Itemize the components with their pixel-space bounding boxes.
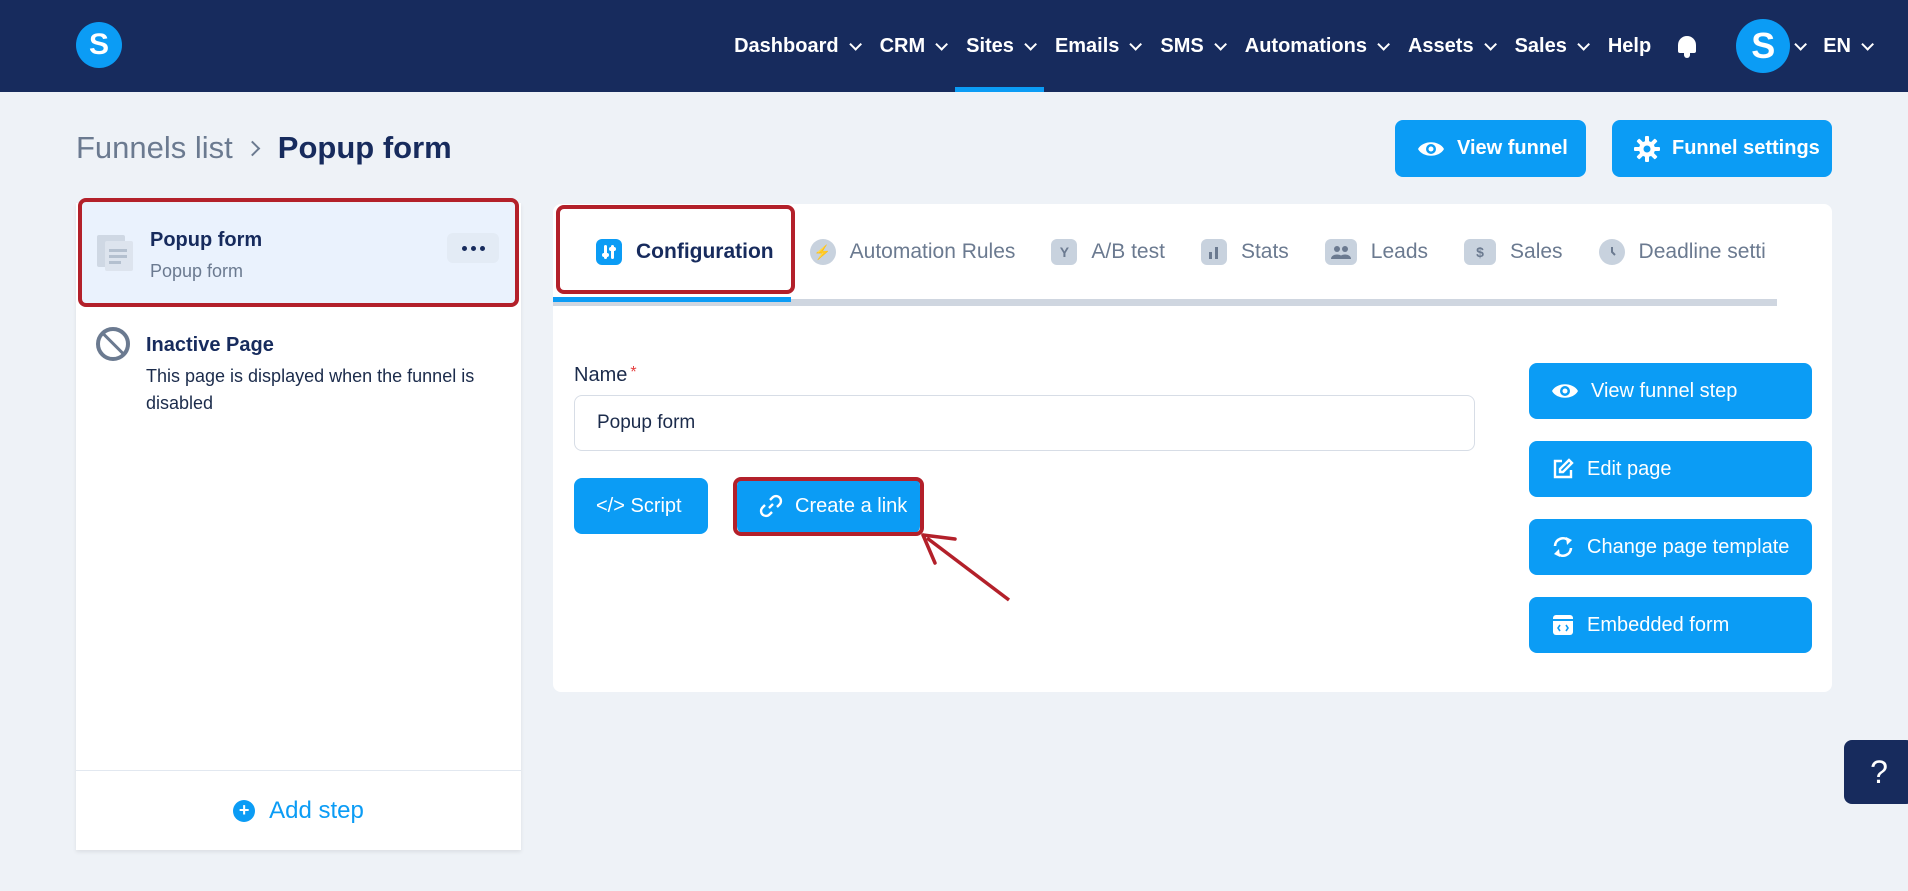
sliders-icon <box>596 239 622 265</box>
code-window-icon <box>1551 613 1575 637</box>
tab-configuration[interactable]: Configuration <box>553 204 792 300</box>
more-options-button[interactable] <box>447 233 499 263</box>
link-icon <box>759 494 783 518</box>
tab-stats[interactable]: Stats <box>1183 204 1307 300</box>
logo[interactable]: S <box>76 22 122 68</box>
bell-icon[interactable] <box>1676 34 1698 58</box>
view-funnel-button[interactable]: View funnel <box>1395 120 1586 177</box>
help-button[interactable]: ? <box>1844 740 1908 804</box>
page-icon <box>97 233 133 271</box>
chevron-down-icon <box>1861 37 1874 51</box>
tab-bar: Configuration ⚡ Automation Rules Y A/B t… <box>553 204 1832 300</box>
add-step-button[interactable]: + Add step <box>76 770 521 850</box>
name-field-label: Name * <box>574 364 637 386</box>
top-navbar: S Dashboard CRM Sites Emails SMS Automat… <box>0 0 1908 92</box>
chevron-down-icon <box>1577 37 1590 51</box>
tab-sales[interactable]: $ Sales <box>1446 204 1581 300</box>
inactive-page-title[interactable]: Inactive Page <box>146 334 274 357</box>
breadcrumb-funnels-list[interactable]: Funnels list <box>76 130 233 166</box>
chevron-down-icon <box>1794 37 1808 51</box>
eye-icon <box>1417 139 1445 159</box>
avatar-menu-toggle[interactable] <box>1790 0 1823 92</box>
step-title: Popup form <box>150 229 263 251</box>
bolt-icon: ⚡ <box>809 239 836 265</box>
view-funnel-step-button[interactable]: View funnel step <box>1529 363 1812 419</box>
gear-icon <box>1634 135 1660 162</box>
edit-icon <box>1551 457 1575 481</box>
active-tab-indicator <box>553 297 791 302</box>
tab-leads[interactable]: Leads <box>1307 204 1446 300</box>
script-button[interactable]: </> Script <box>574 478 708 534</box>
plus-circle-icon: + <box>233 799 256 822</box>
refresh-icon <box>1551 535 1575 559</box>
step-subtitle: Popup form <box>150 261 244 281</box>
inactive-page-description: This page is displayed when the funnel i… <box>146 366 475 413</box>
nav-sites[interactable]: Sites <box>955 0 1044 92</box>
nav-dashboard[interactable]: Dashboard <box>723 0 868 92</box>
chevron-down-icon <box>1129 37 1143 51</box>
funnel-settings-button[interactable]: Funnel settings <box>1612 120 1832 177</box>
avatar[interactable]: S <box>1736 19 1791 73</box>
dollar-icon: $ <box>1464 239 1497 265</box>
split-icon: Y <box>1051 239 1078 265</box>
chevron-right-icon <box>244 140 261 156</box>
nav-sms[interactable]: SMS <box>1149 0 1233 92</box>
name-input[interactable] <box>574 395 1475 451</box>
tab-ab-test[interactable]: Y A/B test <box>1033 204 1183 300</box>
nav-automations[interactable]: Automations <box>1234 0 1397 92</box>
change-page-template-button[interactable]: Change page template <box>1529 519 1812 575</box>
embedded-form-button[interactable]: Embedded form <box>1529 597 1812 653</box>
page-title: Popup form <box>277 130 452 165</box>
chevron-down-icon <box>1214 37 1227 51</box>
nav-emails[interactable]: Emails <box>1044 0 1149 92</box>
language-selector[interactable]: EN <box>1823 0 1874 92</box>
inactive-icon <box>96 327 130 361</box>
nav-sales[interactable]: Sales <box>1504 0 1597 92</box>
nav-crm[interactable]: CRM <box>869 0 956 92</box>
chevron-down-icon <box>1377 37 1390 51</box>
users-icon <box>1324 239 1357 265</box>
step-config-card: Configuration ⚡ Automation Rules Y A/B t… <box>553 204 1832 692</box>
tab-automation-rules[interactable]: ⚡ Automation Rules <box>792 204 1034 300</box>
tab-deadline-settings[interactable]: Deadline setti <box>1581 204 1784 300</box>
step-popup-form[interactable]: Popup form Popup form <box>80 203 517 305</box>
clock-icon <box>1598 239 1625 265</box>
breadcrumb: Funnels list Popup form <box>76 130 452 166</box>
chevron-down-icon <box>848 37 862 51</box>
main-nav: Dashboard CRM Sites Emails SMS Automatio… <box>723 0 1874 92</box>
nav-assets[interactable]: Assets <box>1397 0 1504 92</box>
annotation-arrow <box>921 533 1011 602</box>
edit-page-button[interactable]: Edit page <box>1529 441 1812 497</box>
chevron-down-icon <box>935 37 949 51</box>
funnel-steps-panel: Popup form Popup form Inactive Page This… <box>76 203 521 850</box>
chevron-down-icon <box>1024 37 1037 51</box>
eye-icon <box>1551 381 1579 401</box>
bar-chart-icon <box>1200 239 1227 265</box>
create-link-button[interactable]: Create a link <box>737 478 920 534</box>
nav-help[interactable]: Help <box>1597 0 1662 92</box>
chevron-down-icon <box>1483 37 1497 51</box>
